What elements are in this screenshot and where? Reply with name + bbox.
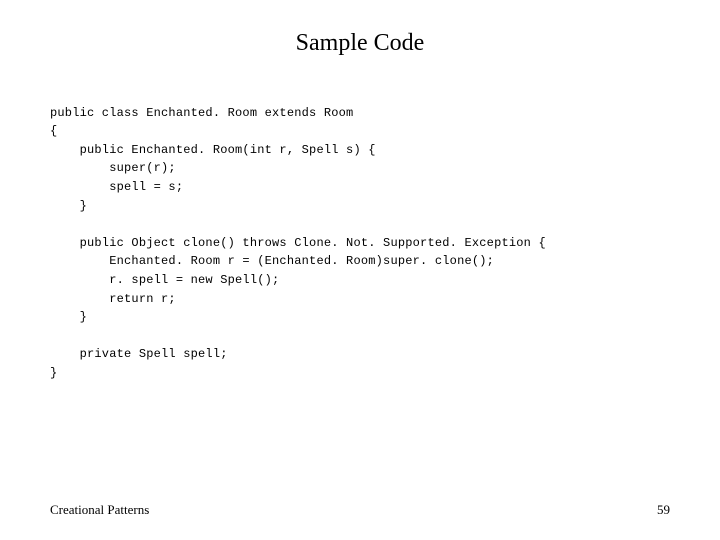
code-line: public Enchanted. Room(int r, Spell s) {: [50, 143, 376, 157]
code-line: public Object clone() throws Clone. Not.…: [50, 236, 546, 250]
page-number: 59: [657, 502, 670, 518]
slide-title: Sample Code: [50, 30, 670, 57]
code-line: public class Enchanted. Room extends Roo…: [50, 106, 353, 120]
code-line: }: [50, 199, 87, 213]
code-line: super(r);: [50, 161, 176, 175]
code-block: public class Enchanted. Room extends Roo…: [50, 85, 670, 383]
code-line: {: [50, 124, 57, 138]
footer-left: Creational Patterns: [50, 502, 149, 518]
code-line: spell = s;: [50, 180, 183, 194]
code-line: private Spell spell;: [50, 347, 228, 361]
code-line: r. spell = new Spell();: [50, 273, 279, 287]
code-line: return r;: [50, 292, 176, 306]
code-line: }: [50, 366, 57, 380]
code-line: }: [50, 310, 87, 324]
code-line: Enchanted. Room r = (Enchanted. Room)sup…: [50, 254, 494, 268]
